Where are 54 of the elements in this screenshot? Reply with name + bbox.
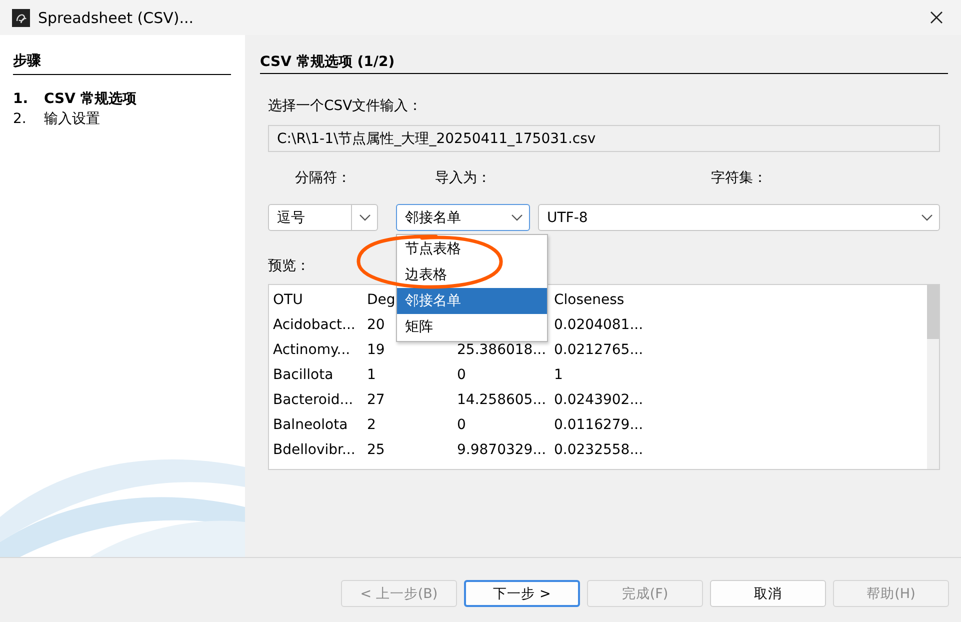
chevron-down-icon xyxy=(510,214,522,221)
table-cell: 1 xyxy=(554,366,563,382)
chevron-down-icon xyxy=(358,214,370,221)
step-label: CSV 常规选项 xyxy=(44,90,136,109)
column-header: Closeness xyxy=(554,292,624,308)
menu-item[interactable]: 边表格 xyxy=(397,262,547,288)
table-cell: Bacteroid... xyxy=(273,392,354,408)
table-cell: 20 xyxy=(367,316,385,332)
table-cell: 9.9870329... xyxy=(457,442,546,458)
table-cell: 25 xyxy=(367,442,385,458)
close-icon[interactable] xyxy=(930,11,943,24)
table-cell: Balneolota xyxy=(273,416,348,432)
option-label: 分隔符： xyxy=(294,169,352,187)
table-cell: 0 xyxy=(457,366,466,382)
dropdown-field[interactable]: 逗号 xyxy=(268,204,378,231)
table-cell: 0.0116279... xyxy=(554,416,644,432)
table-cell: 1 xyxy=(367,366,376,382)
table-cell: Bacillota xyxy=(273,366,334,382)
table-cell: 19 xyxy=(367,342,385,358)
step-number: 2. xyxy=(13,110,28,129)
page-heading: CSV 常规选项 (1/2) xyxy=(260,52,948,74)
app-logo-icon xyxy=(12,8,30,26)
table-cell: 2 xyxy=(367,416,376,432)
table-cell: Actinomy... xyxy=(273,342,350,358)
column-header: Deg xyxy=(367,292,396,308)
table-cell: 0 xyxy=(457,416,466,432)
table-cell: 14.258605... xyxy=(457,392,546,408)
menu-item[interactable]: 节点表格 xyxy=(397,236,547,262)
option-label: 导入为： xyxy=(434,169,492,187)
table-cell: 0.0243902... xyxy=(554,392,644,408)
preview-label: 预览： xyxy=(268,257,310,275)
step-number: 1. xyxy=(13,90,30,109)
table-cell: 27 xyxy=(367,392,385,408)
menu-item[interactable]: 矩阵 xyxy=(397,314,547,340)
chevron-down-icon xyxy=(920,214,932,221)
dropdown-field[interactable]: UTF-8 xyxy=(538,204,940,231)
file-path-field[interactable]: C:\R\1-1\节点属性_大理_20250411_175031.csv xyxy=(268,125,940,152)
table-cell: 0.0212765... xyxy=(554,342,644,358)
wizard-button[interactable]: 下一步 > xyxy=(464,580,580,607)
table-cell: 25.386018... xyxy=(457,342,546,358)
table-cell: Acidobact... xyxy=(273,316,356,332)
wizard-button[interactable]: 取消 xyxy=(710,580,826,607)
menu-item[interactable]: 邻接名单 xyxy=(397,288,547,314)
table-cell: 0.0204081... xyxy=(554,316,644,332)
table-cell: 0.0232558... xyxy=(554,442,644,458)
steps-heading: 步骤 xyxy=(13,51,231,75)
file-label: 选择一个CSV文件输入： xyxy=(268,97,422,115)
scrollbar[interactable] xyxy=(927,285,939,469)
window-title: Spreadsheet (CSV)... xyxy=(38,8,195,26)
column-header: OTU xyxy=(273,292,303,308)
table-cell: Bdellovibr... xyxy=(273,442,356,458)
option-label: 字符集： xyxy=(710,169,768,187)
step-label: 输入设置 xyxy=(44,110,100,129)
dropdown-field[interactable]: 邻接名单 xyxy=(396,204,530,231)
